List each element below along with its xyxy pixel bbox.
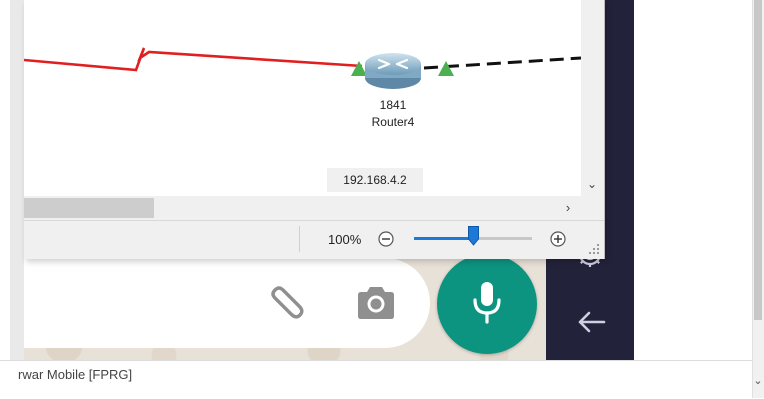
microphone-icon bbox=[473, 282, 501, 324]
resize-grip-icon[interactable] bbox=[588, 242, 600, 254]
zoom-level-label: 100% bbox=[328, 232, 362, 247]
ip-address-label: 192.168.4.2 bbox=[327, 168, 423, 192]
topology-links bbox=[24, 47, 581, 76]
router-model-label: 1841 bbox=[379, 98, 407, 112]
zoom-out-icon[interactable] bbox=[378, 231, 394, 247]
footer-caption: rwar Mobile [FPRG] bbox=[18, 367, 133, 382]
packet-tracer-window: 1841 Router4 192.168.4.2 ⌄ › 100% bbox=[24, 0, 605, 259]
outer-scrollbar-thumb[interactable] bbox=[754, 0, 762, 320]
serial-link bbox=[24, 47, 363, 72]
topology-canvas[interactable] bbox=[24, 0, 581, 196]
status-divider bbox=[299, 226, 300, 252]
voice-record-button[interactable] bbox=[437, 254, 537, 354]
back-arrow-icon[interactable] bbox=[574, 306, 610, 338]
camera-icon[interactable] bbox=[352, 283, 400, 323]
link-status-right-icon bbox=[438, 61, 454, 76]
router-icon[interactable] bbox=[360, 50, 426, 92]
outer-window-edge bbox=[10, 0, 25, 360]
outer-right-pane bbox=[634, 0, 764, 360]
canvas-vertical-scrollbar[interactable] bbox=[581, 0, 604, 196]
outer-scroll-down-icon[interactable]: ⌄ bbox=[752, 374, 764, 388]
scroll-down-icon[interactable]: ⌄ bbox=[584, 176, 600, 192]
zoom-in-icon[interactable] bbox=[550, 231, 566, 247]
horizontal-scrollbar-thumb[interactable] bbox=[24, 198, 154, 218]
router-name-label: Router4 bbox=[371, 115, 415, 129]
paperclip-icon[interactable] bbox=[263, 280, 311, 328]
zoom-slider-fill bbox=[414, 237, 473, 240]
zoom-slider-thumb[interactable] bbox=[467, 226, 479, 246]
scroll-right-icon[interactable]: › bbox=[560, 200, 576, 216]
